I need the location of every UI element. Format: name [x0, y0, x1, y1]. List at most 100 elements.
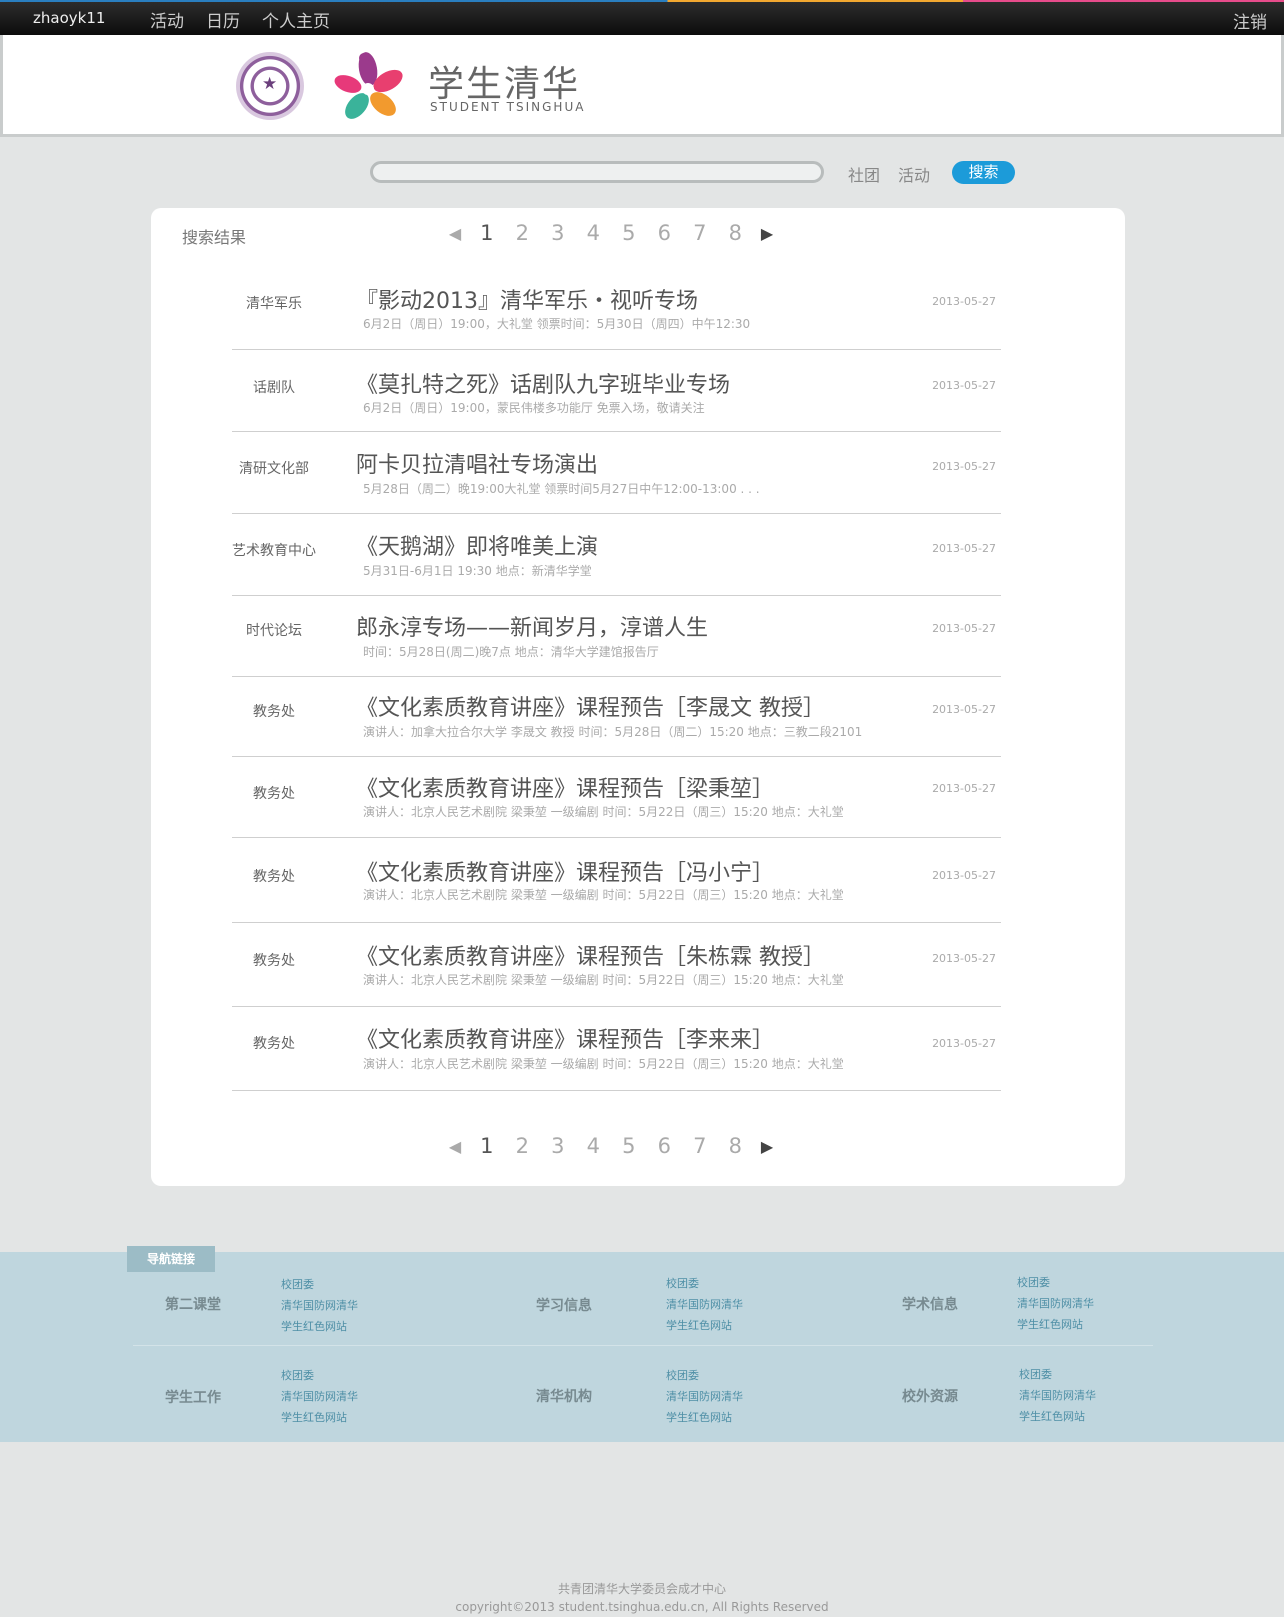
result-org[interactable]: 清研文化部: [232, 458, 316, 478]
copyright-notice: copyright©2013 student.tsinghua.edu.cn, …: [455, 1600, 829, 1614]
page-link-6[interactable]: 6: [647, 1134, 683, 1158]
page-link-8[interactable]: 8: [718, 1134, 754, 1158]
footer-link[interactable]: 清华国防网清华: [281, 1386, 358, 1407]
footer-group-label: 校外资源: [902, 1389, 958, 1405]
result-title[interactable]: 《文化素质教育讲座》课程预告［李来来］: [356, 1022, 774, 1054]
result-item[interactable]: 清华军乐 『影动2013』清华军乐・视听专场 6月2日（周日）19:00，大礼堂…: [232, 268, 1001, 350]
results-list: 清华军乐 『影动2013』清华军乐・视听专场 6月2日（周日）19:00，大礼堂…: [232, 268, 1001, 1091]
page-link-7[interactable]: 7: [682, 1134, 718, 1158]
result-title[interactable]: 《莫扎特之死》话剧队九字班毕业专场: [356, 367, 730, 399]
page-link-3[interactable]: 3: [540, 1134, 576, 1158]
prev-page-icon[interactable]: ◀: [441, 1137, 469, 1156]
footer-link[interactable]: 校团委: [1019, 1364, 1096, 1385]
footer-link[interactable]: 校团委: [666, 1273, 743, 1294]
page-link-7[interactable]: 7: [682, 221, 718, 245]
footer-link[interactable]: 学生红色网站: [666, 1407, 743, 1428]
result-title[interactable]: 《文化素质教育讲座》课程预告［梁秉堃］: [356, 771, 774, 803]
footer-link[interactable]: 学生红色网站: [666, 1315, 743, 1336]
result-item[interactable]: 教务处 《文化素质教育讲座》课程预告［李来来］ 演讲人：北京人民艺术剧院 梁秉堃…: [232, 1007, 1001, 1091]
result-org[interactable]: 教务处: [232, 783, 316, 803]
footer-group-label: 学习信息: [536, 1298, 592, 1314]
username[interactable]: zhaoyk11: [33, 9, 105, 27]
footer-link[interactable]: 清华国防网清华: [281, 1295, 358, 1316]
result-desc: 演讲人：北京人民艺术剧院 梁秉堃 一级编剧 时间：5月22日（周三）15:20 …: [363, 805, 844, 819]
search-option-activities[interactable]: 活动: [898, 162, 930, 186]
search-input[interactable]: [370, 161, 824, 183]
logout-link[interactable]: 注销: [1233, 8, 1267, 33]
next-page-icon[interactable]: ▶: [753, 1137, 781, 1156]
result-item[interactable]: 教务处 《文化素质教育讲座》课程预告［李晟文 教授］ 演讲人：加拿大拉合尔大学 …: [232, 677, 1001, 757]
result-item[interactable]: 时代论坛 郎永淳专场——新闻岁月，淳谱人生 时间：5月28日(周二)晚7点 地点…: [232, 596, 1001, 677]
page-link-4[interactable]: 4: [576, 1134, 612, 1158]
flower-logo[interactable]: [331, 49, 405, 123]
footer-link[interactable]: 学生红色网站: [281, 1316, 358, 1337]
footer-group-label: 第二课堂: [165, 1297, 221, 1313]
result-org[interactable]: 教务处: [232, 1033, 316, 1053]
footer-link[interactable]: 校团委: [666, 1365, 743, 1386]
university-seal-logo[interactable]: ★: [236, 52, 304, 120]
search-button[interactable]: 搜索: [952, 161, 1015, 184]
footer-link[interactable]: 学生红色网站: [281, 1407, 358, 1428]
page-link-5[interactable]: 5: [611, 221, 647, 245]
site-header: ★ 学生清华 STUDENT TSINGHUA: [0, 35, 1284, 137]
result-org[interactable]: 教务处: [232, 701, 316, 721]
result-date: 2013-05-27: [932, 379, 996, 392]
page-link-1[interactable]: 1: [469, 1134, 505, 1158]
footer-link[interactable]: 校团委: [281, 1274, 358, 1295]
page-link-3[interactable]: 3: [540, 221, 576, 245]
nav-calendar[interactable]: 日历: [206, 7, 240, 32]
page-link-1[interactable]: 1: [469, 221, 505, 245]
footer-link[interactable]: 校团委: [281, 1365, 358, 1386]
result-date: 2013-05-27: [932, 869, 996, 882]
page-link-6[interactable]: 6: [647, 221, 683, 245]
result-org[interactable]: 教务处: [232, 950, 316, 970]
footer-link[interactable]: 清华国防网清华: [666, 1386, 743, 1407]
result-desc: 演讲人：北京人民艺术剧院 梁秉堃 一级编剧 时间：5月22日（周三）15:20 …: [363, 888, 844, 902]
page-link-4[interactable]: 4: [576, 221, 612, 245]
result-title[interactable]: 『影动2013』清华军乐・视听专场: [356, 283, 698, 315]
search-option-clubs[interactable]: 社团: [848, 162, 880, 186]
result-title[interactable]: 阿卡贝拉清唱社专场演出: [356, 447, 598, 479]
nav-profile[interactable]: 个人主页: [262, 7, 330, 32]
page-link-5[interactable]: 5: [611, 1134, 647, 1158]
result-item[interactable]: 艺术教育中心 《天鹅湖》即将唯美上演 5月31日-6月1日 19:30 地点：新…: [232, 514, 1001, 596]
result-title[interactable]: 《文化素质教育讲座》课程预告［李晟文 教授］: [356, 690, 825, 722]
result-title[interactable]: 郎永淳专场——新闻岁月，淳谱人生: [356, 610, 708, 642]
footer-link[interactable]: 清华国防网清华: [1017, 1293, 1094, 1314]
result-item[interactable]: 教务处 《文化素质教育讲座》课程预告［朱栋霖 教授］ 演讲人：北京人民艺术剧院 …: [232, 923, 1001, 1007]
footer-group-links: 校团委 清华国防网清华 学生红色网站: [281, 1274, 358, 1337]
result-title[interactable]: 《文化素质教育讲座》课程预告［冯小宁］: [356, 855, 774, 887]
prev-page-icon[interactable]: ◀: [441, 224, 469, 243]
result-title[interactable]: 《天鹅湖》即将唯美上演: [356, 529, 598, 561]
result-item[interactable]: 教务处 《文化素质教育讲座》课程预告［冯小宁］ 演讲人：北京人民艺术剧院 梁秉堃…: [232, 838, 1001, 923]
result-item[interactable]: 话剧队 《莫扎特之死》话剧队九字班毕业专场 6月2日（周日）19:00，蒙民伟楼…: [232, 350, 1001, 432]
page-link-8[interactable]: 8: [718, 221, 754, 245]
footer-link[interactable]: 校团委: [1017, 1272, 1094, 1293]
footer-group-links: 校团委 清华国防网清华 学生红色网站: [1017, 1272, 1094, 1335]
result-org[interactable]: 艺术教育中心: [232, 540, 316, 560]
footer-group-links: 校团委 清华国防网清华 学生红色网站: [666, 1365, 743, 1428]
result-item[interactable]: 清研文化部 阿卡贝拉清唱社专场演出 5月28日（周二）晚19:00大礼堂 领票时…: [232, 432, 1001, 514]
footer-link[interactable]: 学生红色网站: [1019, 1406, 1096, 1427]
result-date: 2013-05-27: [932, 542, 996, 555]
footer-group-label: 学术信息: [902, 1297, 958, 1313]
result-org[interactable]: 清华军乐: [232, 293, 316, 313]
result-org[interactable]: 教务处: [232, 866, 316, 886]
main-nav: 活动 日历 个人主页: [150, 7, 352, 32]
result-date: 2013-05-27: [932, 952, 996, 965]
result-org[interactable]: 话剧队: [232, 377, 316, 397]
footer-link[interactable]: 清华国防网清华: [666, 1294, 743, 1315]
results-panel: 搜索结果 ◀ 1 2 3 4 5 6 7 8 ▶ 清华军乐 『影动2013』清华…: [151, 208, 1125, 1186]
result-title[interactable]: 《文化素质教育讲座》课程预告［朱栋霖 教授］: [356, 939, 825, 971]
page-link-2[interactable]: 2: [505, 221, 541, 245]
brand-name-en: STUDENT TSINGHUA: [430, 100, 586, 114]
page-link-2[interactable]: 2: [505, 1134, 541, 1158]
result-item[interactable]: 教务处 《文化素质教育讲座》课程预告［梁秉堃］ 演讲人：北京人民艺术剧院 梁秉堃…: [232, 757, 1001, 838]
nav-activities[interactable]: 活动: [150, 7, 184, 32]
footer-link[interactable]: 清华国防网清华: [1019, 1385, 1096, 1406]
footer-group-links: 校团委 清华国防网清华 学生红色网站: [1019, 1364, 1096, 1427]
result-org[interactable]: 时代论坛: [232, 620, 316, 640]
footer-link[interactable]: 学生红色网站: [1017, 1314, 1094, 1335]
next-page-icon[interactable]: ▶: [753, 224, 781, 243]
result-desc: 5月31日-6月1日 19:30 地点：新清华学堂: [363, 564, 592, 578]
